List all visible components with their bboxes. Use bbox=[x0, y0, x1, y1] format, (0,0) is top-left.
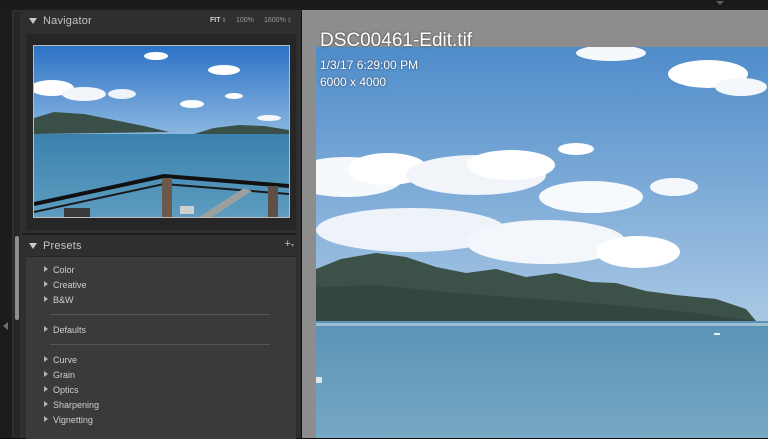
photo-filename: DSC00461-Edit.tif bbox=[320, 30, 473, 51]
preset-group-vignetting[interactable]: Vignetting bbox=[44, 414, 93, 426]
zoom-fit-chevron-icon: ⇕ bbox=[221, 18, 227, 24]
photo-capture-time: 1/3/17 6:29:00 PM bbox=[320, 58, 419, 72]
preset-group-curve[interactable]: Curve bbox=[44, 354, 77, 366]
preset-group-label: Sharpening bbox=[53, 400, 100, 410]
preset-group-label: B&W bbox=[53, 295, 74, 305]
zoom-fit-button[interactable]: FIT⇕ bbox=[210, 17, 227, 24]
preset-group-color[interactable]: Color bbox=[44, 264, 75, 276]
preset-group-sharpening[interactable]: Sharpening bbox=[44, 399, 99, 411]
expand-icon bbox=[44, 281, 48, 287]
expand-icon bbox=[44, 356, 48, 362]
presets-header[interactable]: Presets +▾ bbox=[22, 236, 300, 256]
preset-group-creative[interactable]: Creative bbox=[44, 279, 87, 291]
expand-icon bbox=[44, 296, 48, 302]
expand-icon bbox=[44, 401, 48, 407]
preset-group-defaults[interactable]: Defaults bbox=[44, 324, 86, 336]
zoom-1600-label: 1600% bbox=[264, 17, 286, 24]
main-photo-image bbox=[316, 47, 768, 438]
left-panel-scroll-thumb[interactable] bbox=[15, 236, 19, 320]
collapse-left-panel-icon[interactable] bbox=[3, 322, 8, 330]
preset-group-bw[interactable]: B&W bbox=[44, 294, 74, 306]
preset-group-label: Creative bbox=[53, 280, 87, 290]
expand-icon bbox=[44, 416, 48, 422]
navigator-thumbnail[interactable] bbox=[33, 45, 290, 218]
presets-collapse-icon[interactable] bbox=[29, 243, 37, 249]
collapse-top-panel-icon[interactable] bbox=[716, 1, 724, 5]
expand-icon bbox=[44, 326, 48, 332]
preset-group-label: Defaults bbox=[53, 325, 87, 335]
navigator-thumbnail-image bbox=[34, 46, 289, 217]
zoom-100-label: 100% bbox=[236, 17, 254, 24]
add-preset-button[interactable]: +▾ bbox=[285, 238, 294, 250]
left-panel-edge bbox=[0, 10, 12, 438]
preset-group-label: Grain bbox=[53, 370, 76, 380]
navigator-header[interactable]: Navigator FIT⇕ 100% 1600%⇕ bbox=[22, 11, 300, 33]
preset-separator bbox=[50, 344, 270, 345]
preset-group-grain[interactable]: Grain bbox=[44, 369, 75, 381]
zoom-1600-chevron-icon: ⇕ bbox=[286, 18, 292, 24]
navigator-collapse-icon[interactable] bbox=[29, 18, 37, 24]
preset-group-label: Vignetting bbox=[53, 415, 93, 425]
zoom-100-button[interactable]: 100% bbox=[236, 17, 254, 24]
photo-dimensions: 6000 x 4000 bbox=[320, 75, 387, 89]
presets-title: Presets bbox=[43, 240, 82, 252]
main-photo[interactable] bbox=[316, 47, 768, 438]
zoom-1600-button[interactable]: 1600%⇕ bbox=[264, 17, 292, 24]
expand-icon bbox=[44, 371, 48, 377]
add-preset-chevron-icon: ▾ bbox=[290, 243, 294, 249]
zoom-fit-label: FIT bbox=[210, 17, 221, 24]
expand-icon bbox=[44, 386, 48, 392]
preset-group-label: Optics bbox=[53, 385, 79, 395]
preset-group-label: Curve bbox=[53, 355, 78, 365]
preset-group-optics[interactable]: Optics bbox=[44, 384, 79, 396]
preset-group-label: Color bbox=[53, 265, 75, 275]
panel-divider bbox=[22, 233, 296, 235]
left-panel-scrollbar[interactable] bbox=[14, 12, 20, 438]
navigator-title: Navigator bbox=[43, 15, 92, 27]
expand-icon bbox=[44, 266, 48, 272]
preset-separator bbox=[50, 314, 270, 315]
